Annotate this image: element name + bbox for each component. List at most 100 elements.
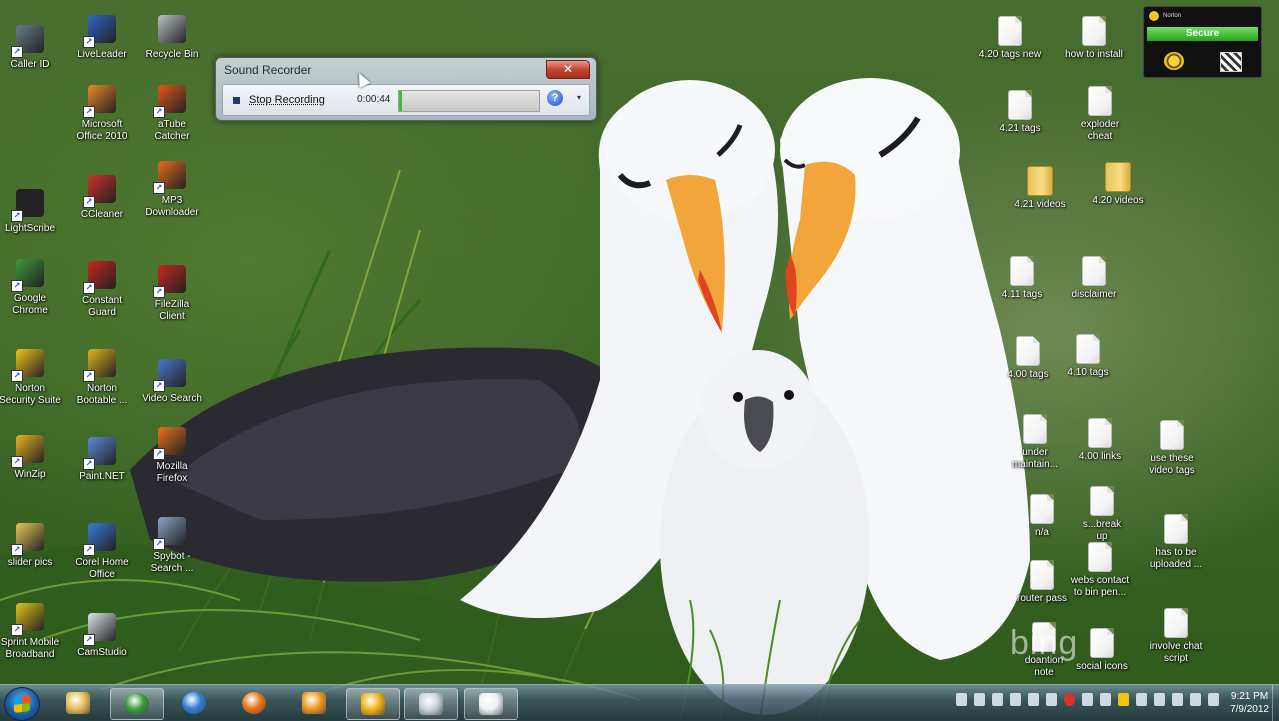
left-desktop-icon-3[interactable]: ↗ Microsoft Office 2010 [66, 82, 138, 143]
right-desktop-icon-4[interactable]: 4.21 videos [1004, 166, 1076, 211]
stop-recording-button[interactable]: Stop Recording [227, 90, 331, 110]
right-desktop-icon-17[interactable]: webs contact to bin pen... [1064, 542, 1136, 599]
right-desktop-icon-12[interactable]: use these video tags [1136, 420, 1208, 477]
right-desktop-icon-14[interactable]: s...break up [1066, 486, 1138, 543]
left-desktop-icon-10[interactable]: ↗ FileZilla Client [136, 262, 208, 323]
tray-icon[interactable] [1100, 693, 1111, 706]
lightscribe-icon: ↗ [11, 186, 47, 222]
right-desktop-icon-6[interactable]: 4.11 tags [986, 256, 1058, 301]
help-dropdown-arrow[interactable]: ▾ [577, 93, 581, 102]
taskbar-explorer-button[interactable] [52, 688, 104, 718]
norton-icon: ↗ [11, 346, 47, 382]
show-desktop-button[interactable] [1272, 685, 1279, 721]
right-desktop-icon-3[interactable]: exploder cheat [1064, 86, 1136, 143]
taskbar-lightscribe-button[interactable] [346, 688, 400, 720]
sound-recorder-window[interactable]: Sound Recorder ✕ Stop Recording 0:00:44 … [215, 57, 597, 121]
taskbar-media-player-button[interactable] [288, 688, 340, 718]
desktop-icon-label: Constant Guard [81, 295, 123, 318]
tray-icon[interactable] [1010, 693, 1021, 706]
taskbar-firefox-button[interactable] [228, 688, 280, 718]
tray-icon[interactable] [1082, 693, 1093, 706]
shortcut-arrow-icon: ↗ [83, 544, 95, 556]
right-desktop-icon-11[interactable]: 4.00 links [1064, 418, 1136, 463]
right-desktop-icon-5[interactable]: 4.20 videos [1082, 162, 1154, 207]
desktop-icon-label: has to be uploaded ... [1149, 547, 1203, 570]
tray-icon[interactable] [1046, 693, 1057, 706]
shortcut-arrow-icon: ↗ [153, 286, 165, 298]
left-desktop-icon-13[interactable]: ↗ Video Search [136, 356, 208, 405]
tray-icon[interactable] [1028, 693, 1039, 706]
file-icon [1090, 628, 1114, 658]
left-desktop-icon-15[interactable]: ↗ Paint.NET [66, 434, 138, 483]
left-desktop-icon-11[interactable]: ↗ Norton Security Suite [0, 346, 66, 407]
tray-icon[interactable] [956, 693, 967, 706]
right-desktop-icon-9[interactable]: 4.10 tags [1052, 334, 1124, 379]
left-desktop-icon-16[interactable]: ↗ Mozilla Firefox [136, 424, 208, 485]
shortcut-arrow-icon: ↗ [11, 544, 23, 556]
left-desktop-icon-6[interactable]: ↗ CCleaner [66, 172, 138, 221]
norton-scan-icon[interactable] [1164, 52, 1184, 70]
flag-icon[interactable] [1154, 693, 1165, 706]
left-desktop-icon-5[interactable]: ↗ LightScribe [0, 186, 66, 235]
desktop-icon-label: Caller ID [10, 59, 50, 70]
desktop-icon-label: 4.11 tags [1001, 289, 1043, 300]
close-button[interactable]: ✕ [546, 60, 590, 79]
file-icon [1016, 336, 1040, 366]
taskbar-chrome-button[interactable] [110, 688, 164, 720]
right-desktop-icon-20[interactable]: involve chat script [1140, 608, 1212, 665]
taskbar-internet-explorer-button[interactable] [168, 688, 220, 718]
left-desktop-icon-7[interactable]: ↗ MP3 Downloader [136, 158, 208, 219]
desktop-icon-label: how to install [1065, 49, 1123, 60]
left-desktop-icon-8[interactable]: ↗ Google Chrome [0, 256, 66, 317]
right-desktop-icon-15[interactable]: has to be uploaded ... [1140, 514, 1212, 571]
recycle-bin-icon [155, 12, 189, 46]
desktop-icon-label: 4.20 videos [1092, 195, 1144, 206]
file-icon [1088, 542, 1112, 572]
taskbar-camstudio-button[interactable] [464, 688, 518, 720]
phone-icon: ↗ [11, 22, 47, 58]
desktop-icon-label: MP3 Downloader [145, 195, 199, 218]
help-button[interactable]: ? [547, 90, 563, 106]
desktop-icon-label: s...break up [1082, 519, 1122, 542]
tray-icon[interactable] [1136, 693, 1147, 706]
bing-watermark: bing [1010, 624, 1079, 662]
file-icon [1030, 494, 1054, 524]
tray-icon[interactable] [1172, 693, 1183, 706]
right-desktop-icon-10[interactable]: under maintain... [999, 414, 1071, 471]
right-desktop-icon-2[interactable]: 4.21 tags [984, 90, 1056, 135]
left-desktop-icon-19[interactable]: ↗ Spybot - Search ... [136, 514, 208, 575]
stop-icon [233, 96, 240, 104]
left-desktop-icon-9[interactable]: ↗ Constant Guard [66, 258, 138, 319]
desktop-icon-label: under maintain... [1011, 447, 1059, 470]
left-desktop-icon-0[interactable]: ↗ Caller ID [0, 22, 66, 71]
volume-icon[interactable] [1208, 693, 1219, 706]
norton-tray-icon[interactable] [1118, 693, 1129, 706]
left-desktop-icon-20[interactable]: ↗ Sprint Mobile Broadband [0, 600, 66, 661]
tray-alert-icon[interactable] [1064, 693, 1075, 706]
norton-identity-icon[interactable] [1220, 52, 1242, 72]
camstudio-icon [479, 693, 503, 715]
left-desktop-icon-4[interactable]: ↗ aTube Catcher [136, 82, 208, 143]
left-desktop-icon-18[interactable]: ↗ Corel Home Office [66, 520, 138, 581]
norton-status[interactable]: Secure [1147, 27, 1258, 41]
tray-icon[interactable] [992, 693, 1003, 706]
taskbar-sound-recorder-button[interactable] [404, 688, 458, 720]
left-desktop-icon-2[interactable]: Recycle Bin [136, 12, 208, 61]
shortcut-arrow-icon: ↗ [11, 280, 23, 292]
shortcut-arrow-icon: ↗ [83, 634, 95, 646]
left-desktop-icon-14[interactable]: ↗ WinZip [0, 432, 66, 481]
tray-icon[interactable] [974, 693, 985, 706]
desktop-icon-label: disclaimer [1071, 289, 1117, 300]
network-icon[interactable] [1190, 693, 1201, 706]
left-desktop-icon-17[interactable]: ↗ slider pics [0, 520, 66, 569]
shortcut-arrow-icon: ↗ [83, 282, 95, 294]
left-desktop-icon-12[interactable]: ↗ Norton Bootable ... [66, 346, 138, 407]
left-desktop-icon-1[interactable]: ↗ LiveLeader [66, 12, 138, 61]
norton-gadget[interactable]: Norton Secure [1143, 6, 1262, 78]
start-button[interactable] [4, 687, 40, 721]
left-desktop-icon-21[interactable]: ↗ CamStudio [66, 610, 138, 659]
right-desktop-icon-1[interactable]: how to install [1058, 16, 1130, 61]
right-desktop-icon-7[interactable]: disclaimer [1058, 256, 1130, 301]
taskbar-clock[interactable]: 9:21 PM 7/9/2012 [1230, 690, 1269, 716]
right-desktop-icon-0[interactable]: 4.20 tags new [974, 16, 1046, 61]
